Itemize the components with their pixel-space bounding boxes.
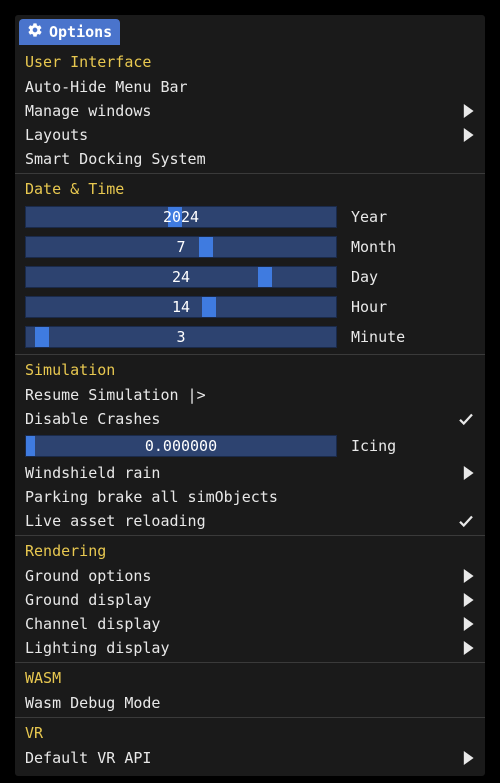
menu-item-resume-simulation[interactable]: Resume Simulation |> [15, 383, 485, 407]
slider-row-hour: 14 Hour [15, 292, 485, 322]
slider-label: Hour [351, 298, 475, 316]
label: Resume Simulation |> [25, 386, 475, 404]
slider-handle[interactable] [199, 237, 213, 257]
chevron-right-icon [461, 128, 475, 142]
menu-item-parking-brake[interactable]: Parking brake all simObjects [15, 485, 485, 509]
slider-row-year: 2024 Year [15, 202, 485, 232]
slider-value: 3 [26, 327, 336, 347]
slider-handle[interactable] [202, 297, 216, 317]
section-header-simulation: Simulation [15, 354, 485, 383]
label: Manage windows [25, 102, 461, 120]
slider-label: Year [351, 208, 475, 226]
label: Smart Docking System [25, 150, 475, 168]
label: Ground options [25, 567, 461, 585]
chevron-right-icon [461, 593, 475, 607]
section-header-datetime: Date & Time [15, 173, 485, 202]
slider-value: 24 [26, 267, 336, 287]
chevron-right-icon [461, 617, 475, 631]
menu-item-manage-windows[interactable]: Manage windows [15, 99, 485, 123]
menu-item-disable-crashes[interactable]: Disable Crashes [15, 407, 485, 431]
menu-item-channel-display[interactable]: Channel display [15, 612, 485, 636]
slider-label: Icing [351, 437, 475, 455]
year-slider[interactable]: 2024 [25, 206, 337, 228]
label: Default VR API [25, 749, 461, 767]
slider-label: Day [351, 268, 475, 286]
slider-row-minute: 3 Minute [15, 322, 485, 352]
slider-label: Minute [351, 328, 475, 346]
chevron-right-icon [461, 466, 475, 480]
chevron-right-icon [461, 641, 475, 655]
slider-label: Month [351, 238, 475, 256]
slider-row-icing: 0.000000 Icing [15, 431, 485, 461]
slider-row-month: 7 Month [15, 232, 485, 262]
label: Channel display [25, 615, 461, 633]
menu-item-auto-hide-menu-bar[interactable]: Auto-Hide Menu Bar [15, 75, 485, 99]
menu-item-wasm-debug-mode[interactable]: Wasm Debug Mode [15, 691, 485, 715]
slider-value: 7 [26, 237, 336, 257]
chevron-right-icon [461, 751, 475, 765]
slider-handle[interactable] [258, 267, 272, 287]
hour-slider[interactable]: 14 [25, 296, 337, 318]
menu-item-live-asset-reloading[interactable]: Live asset reloading [15, 509, 485, 533]
label: Live asset reloading [25, 512, 457, 530]
menu-item-ground-display[interactable]: Ground display [15, 588, 485, 612]
label: Windshield rain [25, 464, 461, 482]
minute-slider[interactable]: 3 [25, 326, 337, 348]
label: Auto-Hide Menu Bar [25, 78, 475, 96]
section-header-wasm: WASM [15, 662, 485, 691]
menu-item-smart-docking[interactable]: Smart Docking System [15, 147, 485, 171]
gear-icon [27, 22, 43, 42]
day-slider[interactable]: 24 [25, 266, 337, 288]
label: Disable Crashes [25, 410, 457, 428]
label: Ground display [25, 591, 461, 609]
chevron-right-icon [461, 569, 475, 583]
menu-item-ground-options[interactable]: Ground options [15, 564, 485, 588]
icing-slider[interactable]: 0.000000 [25, 435, 337, 457]
slider-value: 14 [26, 297, 336, 317]
slider-fill [26, 436, 35, 456]
menu-item-default-vr-api[interactable]: Default VR API [15, 746, 485, 770]
check-icon [457, 410, 475, 428]
menu-item-layouts[interactable]: Layouts [15, 123, 485, 147]
check-icon [457, 512, 475, 530]
slider-row-day: 24 Day [15, 262, 485, 292]
label: Parking brake all simObjects [25, 488, 475, 506]
section-header-vr: VR [15, 717, 485, 746]
label: Wasm Debug Mode [25, 694, 475, 712]
section-header-ui: User Interface [15, 47, 485, 75]
slider-handle[interactable] [35, 327, 49, 347]
month-slider[interactable]: 7 [25, 236, 337, 258]
menu-item-lighting-display[interactable]: Lighting display [15, 636, 485, 660]
window-title: Options [49, 23, 112, 41]
menu-item-windshield-rain[interactable]: Windshield rain [15, 461, 485, 485]
options-panel: Options User Interface Auto-Hide Menu Ba… [14, 14, 486, 777]
chevron-right-icon [461, 104, 475, 118]
section-header-rendering: Rendering [15, 535, 485, 564]
slider-handle[interactable] [168, 207, 182, 227]
window-titlebar[interactable]: Options [19, 19, 120, 45]
label: Lighting display [25, 639, 461, 657]
label: Layouts [25, 126, 461, 144]
slider-value: 0.000000 [26, 436, 336, 456]
